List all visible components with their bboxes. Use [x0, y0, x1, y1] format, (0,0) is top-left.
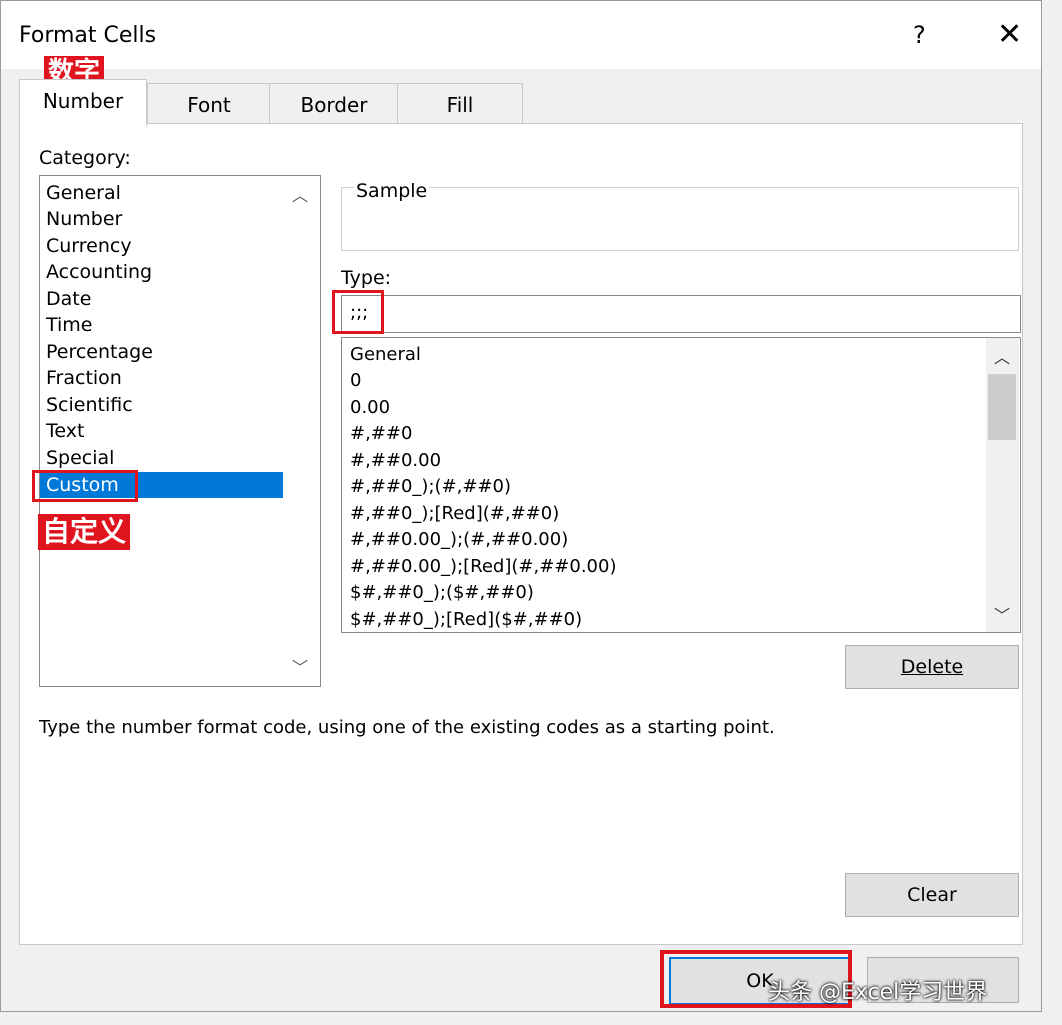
type-item[interactable]: 0.00	[350, 395, 390, 421]
delete-button[interactable]: Delete	[845, 645, 1019, 689]
category-item-currency[interactable]: Currency	[46, 233, 132, 259]
annotation-custom-label: 自定义	[38, 514, 131, 550]
type-list-scrollbar[interactable]: ︿ ﹀	[986, 338, 1019, 632]
category-label: Category:	[39, 147, 131, 169]
category-scroll-down-icon[interactable]: ﹀	[292, 654, 308, 678]
category-item-scientific[interactable]: Scientific	[46, 392, 133, 418]
category-item-special[interactable]: Special	[46, 445, 114, 471]
close-icon[interactable]: ✕	[997, 17, 1022, 52]
help-button[interactable]: ?	[913, 21, 926, 49]
type-list-scroll-thumb[interactable]	[988, 374, 1016, 440]
hint-text: Type the number format code, using one o…	[39, 717, 775, 738]
watermark-text: 头条 @Excel学习世界	[768, 980, 988, 1005]
annotation-type-box	[332, 290, 384, 334]
title-bar: Format Cells ? ✕	[1, 1, 1041, 69]
type-item[interactable]: 0	[350, 368, 361, 394]
category-item-general[interactable]: General	[46, 180, 121, 206]
tab-fill[interactable]: Fill	[397, 83, 523, 124]
category-item-time[interactable]: Time	[46, 312, 93, 338]
annotation-custom-box	[32, 470, 138, 502]
sample-label: Sample	[354, 180, 430, 202]
category-item-text[interactable]: Text	[46, 418, 84, 444]
category-item-fraction[interactable]: Fraction	[46, 365, 122, 391]
type-item[interactable]: #,##0.00_);(#,##0.00)	[350, 527, 568, 553]
category-item-date[interactable]: Date	[46, 286, 91, 312]
type-item[interactable]: #,##0_);(#,##0)	[350, 474, 511, 500]
type-scroll-down-icon[interactable]: ﹀	[994, 602, 1010, 626]
type-list[interactable]: General 0 0.00 #,##0 #,##0.00 #,##0_);(#…	[341, 337, 1021, 633]
type-item[interactable]: $#,##0_);[Red]($#,##0)	[350, 607, 582, 632]
type-input[interactable]: ;;;	[341, 295, 1021, 333]
type-item[interactable]: #,##0_);[Red](#,##0)	[350, 501, 559, 527]
type-scroll-up-icon[interactable]: ︿	[994, 344, 1010, 368]
type-label: Type:	[341, 267, 392, 289]
type-item[interactable]: #,##0	[350, 421, 412, 447]
tab-border[interactable]: Border	[269, 83, 399, 124]
category-list[interactable]: General Number Currency Accounting Date …	[39, 175, 321, 687]
tab-number[interactable]: Number	[19, 79, 147, 126]
category-item-number[interactable]: Number	[46, 206, 122, 232]
clear-button-label: Clear	[907, 884, 957, 906]
category-item-accounting[interactable]: Accounting	[46, 259, 152, 285]
type-item[interactable]: #,##0.00	[350, 448, 441, 474]
tab-font[interactable]: Font	[147, 83, 271, 124]
clear-button[interactable]: Clear	[845, 873, 1019, 917]
type-item[interactable]: #,##0.00_);[Red](#,##0.00)	[350, 554, 616, 580]
dialog-title: Format Cells	[19, 23, 157, 48]
type-item[interactable]: General	[350, 342, 421, 368]
type-item[interactable]: $#,##0_);($#,##0)	[350, 580, 534, 606]
delete-button-label: Delete	[900, 656, 964, 678]
category-item-percentage[interactable]: Percentage	[46, 339, 153, 365]
sample-box: Sample	[341, 180, 1019, 251]
format-cells-dialog: Format Cells ? ✕ Number Font Border Fill…	[0, 0, 1042, 1012]
category-scroll-up-icon[interactable]: ︿	[292, 182, 308, 206]
